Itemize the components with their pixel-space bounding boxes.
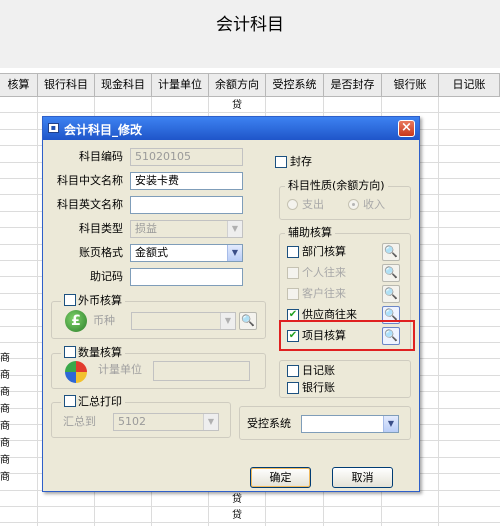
- unit-label: 计量单位: [98, 363, 142, 376]
- quantity-label: 数量核算: [78, 346, 122, 359]
- chevron-down-icon[interactable]: ▼: [383, 416, 398, 432]
- foreign-currency-label: 外币核算: [78, 294, 122, 307]
- mnemonic-label: 助记码: [90, 270, 123, 283]
- seal-label: 封存: [290, 155, 312, 168]
- grid-cell-fragment: 商: [0, 353, 10, 364]
- grid-header-col[interactable]: 现金科目: [95, 74, 152, 96]
- cancel-button[interactable]: 取消: [332, 467, 393, 488]
- grid-cell-fragment: 商: [0, 404, 10, 415]
- grid-header-col[interactable]: 是否封存: [324, 74, 382, 96]
- grid-header-col[interactable]: 核算: [0, 74, 38, 96]
- chevron-down-icon: ▼: [203, 414, 218, 430]
- aux-customer-checkbox: [287, 288, 299, 300]
- format-label: 账页格式: [79, 246, 123, 259]
- window-title: 会计科目: [216, 15, 284, 35]
- aux-accounting-caption: 辅助核算: [285, 226, 335, 240]
- currency-search-button: 🔍: [239, 312, 257, 330]
- type-label: 科目类型: [79, 222, 123, 235]
- controlled-system-label: 受控系统: [247, 417, 291, 430]
- grid-cell-fragment: 商: [0, 438, 10, 449]
- format-select[interactable]: 金额式 ▼: [130, 244, 243, 262]
- unit-field: [153, 361, 250, 381]
- code-field: 51020105: [130, 148, 243, 166]
- bank-book-label: 银行账: [302, 381, 335, 394]
- chevron-down-icon: ▼: [220, 313, 235, 329]
- en-name-field[interactable]: [130, 196, 243, 214]
- app-icon: ▪: [48, 123, 59, 133]
- grid-divider: [438, 97, 439, 526]
- bank-book-checkbox[interactable]: [287, 382, 299, 394]
- grid-cell-fragment: 商: [0, 421, 10, 432]
- aux-customer-label: 客户往来: [302, 287, 346, 300]
- dialog-title: 会计科目_修改: [64, 123, 143, 137]
- currency-label: 币种: [93, 314, 115, 327]
- aux-personal-checkbox: [287, 267, 299, 279]
- journal-checkbox[interactable]: [287, 365, 299, 377]
- aux-dept-search-button[interactable]: 🔍: [382, 243, 400, 261]
- type-select-value: 损益: [135, 222, 157, 235]
- code-label: 科目编码: [79, 150, 123, 163]
- table-row[interactable]: [0, 491, 500, 507]
- grid-cell-balance-direction: 贷: [232, 100, 242, 111]
- radio-expense-label: 支出: [302, 198, 324, 211]
- grid-divider: [37, 97, 38, 526]
- grid-cell-fragment: 商: [0, 472, 10, 483]
- currency-select: ▼: [131, 312, 236, 330]
- radio-expense: [287, 199, 298, 210]
- type-select: 损益 ▼: [130, 220, 243, 238]
- cn-name-field[interactable]: 安装卡费: [130, 172, 243, 190]
- summary-print-caption: 汇总打印: [61, 395, 125, 409]
- currency-icon: £: [65, 310, 87, 332]
- summary-print-label: 汇总打印: [78, 395, 122, 408]
- seal-checkbox[interactable]: [275, 156, 287, 168]
- en-name-label: 科目英文名称: [57, 198, 123, 211]
- aux-dept-label: 部门核算: [302, 245, 346, 258]
- chevron-down-icon: ▼: [227, 221, 242, 237]
- aux-personal-label: 个人往来: [302, 266, 346, 279]
- foreign-currency-checkbox[interactable]: [64, 294, 76, 306]
- grid-cell-balance-direction: 贷: [232, 494, 242, 505]
- chevron-down-icon[interactable]: ▼: [227, 245, 242, 261]
- aux-customer-search-button: 🔍: [382, 285, 400, 303]
- summary-to-value: 5102: [118, 415, 146, 428]
- close-button[interactable]: ×: [398, 120, 415, 137]
- aux-project-search-button[interactable]: 🔍: [382, 327, 400, 345]
- journal-label: 日记账: [302, 364, 335, 377]
- radio-income-label: 收入: [363, 198, 385, 211]
- grid-cell-fragment: 商: [0, 455, 10, 466]
- summary-print-checkbox[interactable]: [64, 395, 76, 407]
- aux-project-checkbox[interactable]: ✔: [287, 330, 299, 342]
- aux-dept-checkbox[interactable]: [287, 246, 299, 258]
- quantity-checkbox[interactable]: [64, 346, 76, 358]
- ok-button[interactable]: 确定: [250, 467, 311, 488]
- grid-header-col[interactable]: 受控系统: [266, 74, 324, 96]
- grid-header-col[interactable]: 银行科目: [38, 74, 95, 96]
- quantity-icon: [65, 361, 87, 383]
- table-row[interactable]: [0, 97, 500, 114]
- cn-name-label: 科目中文名称: [57, 174, 123, 187]
- table-row[interactable]: [0, 507, 500, 524]
- grid-header-col[interactable]: 计量单位: [152, 74, 209, 96]
- grid-header-col[interactable]: 余额方向: [209, 74, 266, 96]
- summary-to-label: 汇总到: [63, 415, 96, 428]
- balance-direction-caption: 科目性质(余额方向): [285, 179, 388, 193]
- mnemonic-field[interactable]: [130, 268, 243, 286]
- dialog-titlebar[interactable]: ▪ 会计科目_修改 ×: [43, 117, 419, 140]
- radio-income: [348, 199, 359, 210]
- quantity-caption: 数量核算: [61, 346, 125, 360]
- summary-to-select: 5102 ▼: [113, 413, 219, 431]
- aux-personal-search-button: 🔍: [382, 264, 400, 282]
- grid-cell-fragment: 商: [0, 387, 10, 398]
- grid-cell-fragment: 商: [0, 370, 10, 381]
- account-edit-dialog: ▪ 会计科目_修改 × 科目编码 51020105 科目中文名称 安装卡费 科目…: [42, 116, 420, 492]
- grid-cell-balance-direction: 贷: [232, 510, 242, 521]
- foreign-currency-caption: 外币核算: [61, 294, 125, 308]
- aux-project-label: 项目核算: [302, 329, 346, 342]
- controlled-system-select[interactable]: ▼: [301, 415, 399, 433]
- grid-header-row: 核算 银行科目 现金科目 计量单位 余额方向 受控系统 是否封存 银行账 日记账: [0, 73, 500, 97]
- grid-header-col[interactable]: 日记账: [439, 74, 500, 96]
- grid-header-col[interactable]: 银行账: [382, 74, 439, 96]
- format-select-value: 金额式: [135, 246, 168, 259]
